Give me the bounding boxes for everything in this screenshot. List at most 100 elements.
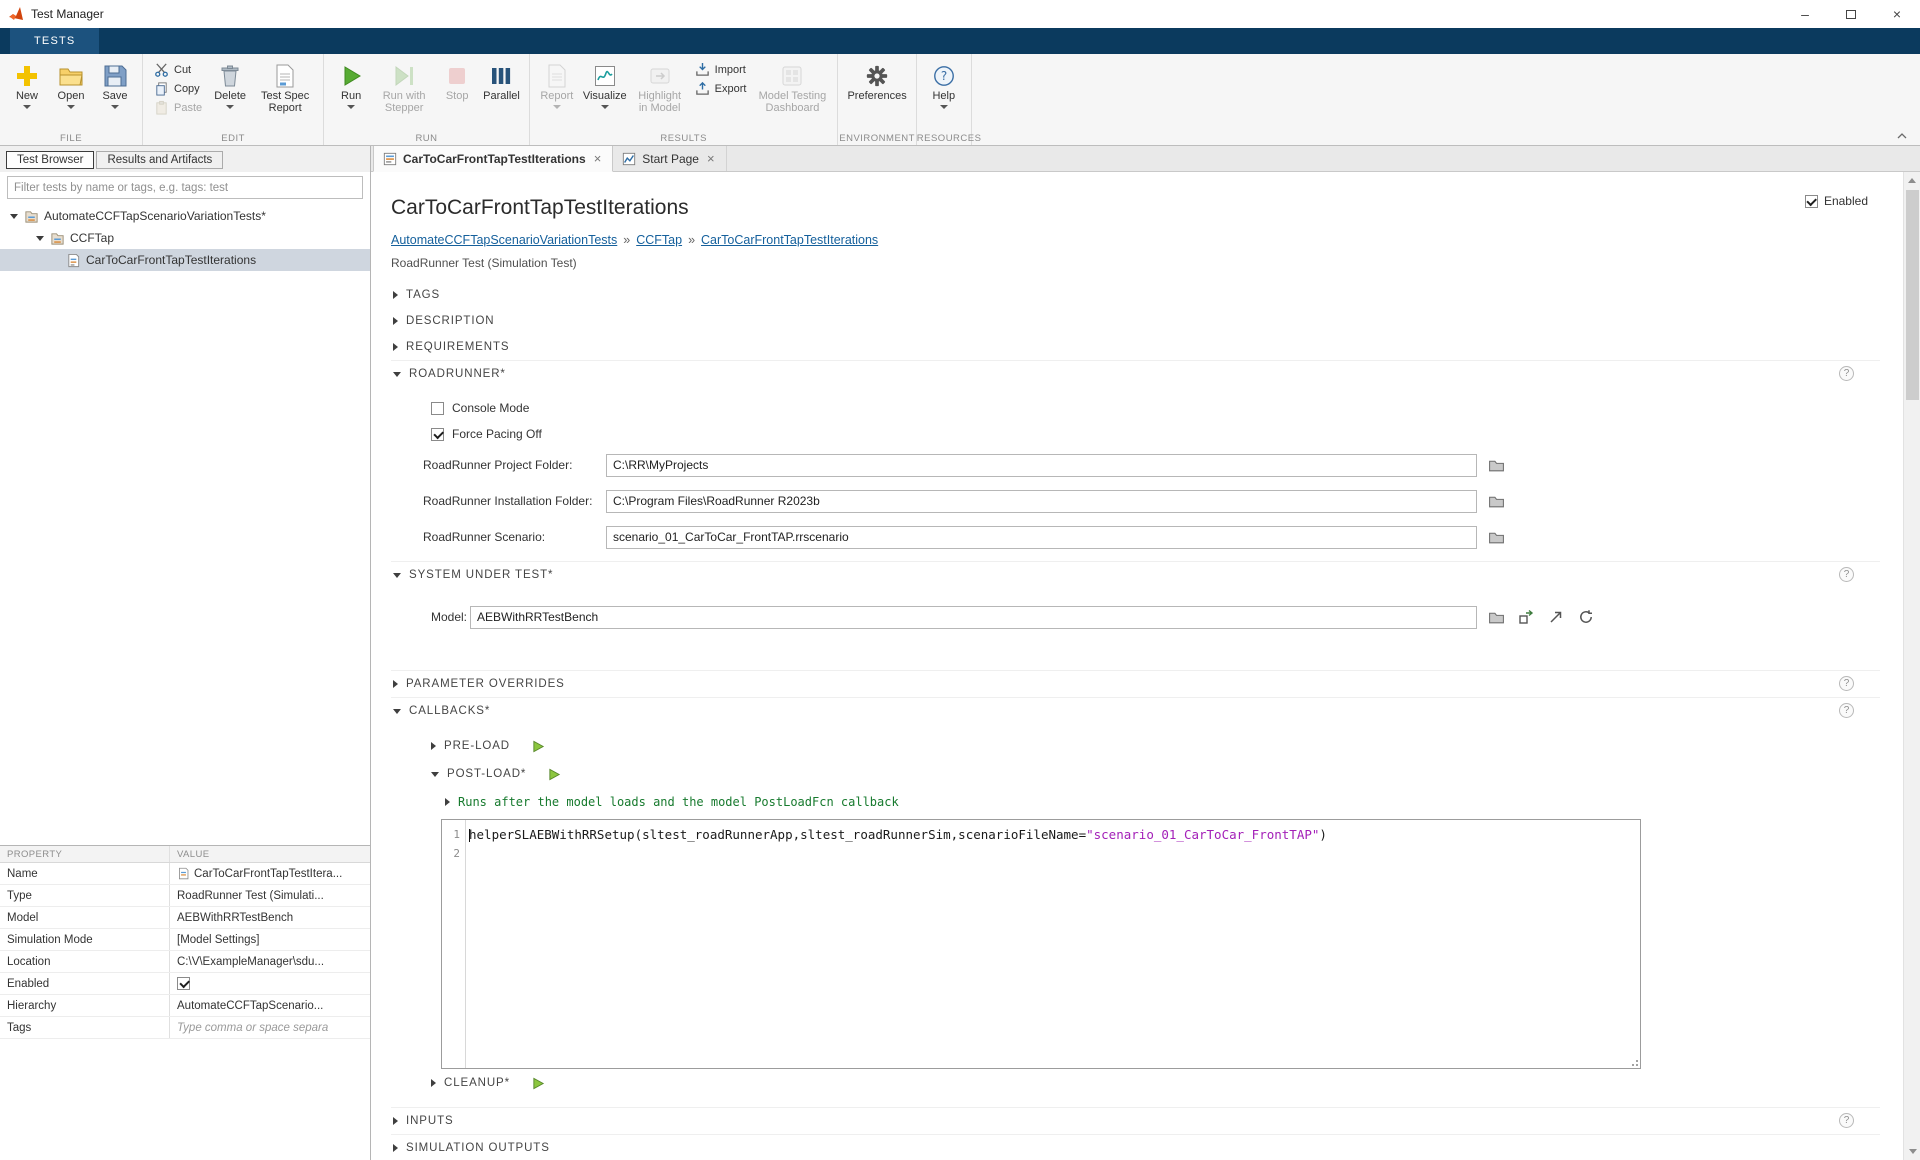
postload-callback-header[interactable]: POST-LOAD* <box>431 760 1880 788</box>
export-button[interactable]: Export <box>691 80 751 97</box>
test-type-subtitle: RoadRunner Test (Simulation Test) <box>391 256 1880 270</box>
model-testing-dashboard-button[interactable]: Model Testing Dashboard <box>752 57 832 130</box>
paste-button[interactable]: Paste <box>150 99 206 116</box>
visualize-button[interactable]: Visualize <box>579 57 631 130</box>
open-model-button[interactable] <box>1545 606 1567 628</box>
refresh-model-button[interactable] <box>1575 606 1597 628</box>
help-icon[interactable]: ? <box>1839 567 1854 582</box>
property-value: [Model Settings] <box>177 934 259 946</box>
help-icon: ? <box>930 62 957 89</box>
doc-tab-test[interactable]: CarToCarFrontTapTestIterations × <box>373 146 613 172</box>
preferences-button[interactable]: Preferences <box>843 57 910 130</box>
collapsed-arrow-icon <box>393 343 398 351</box>
copy-button[interactable]: Copy <box>150 80 206 97</box>
breadcrumb-link-ccftap[interactable]: CCFTap <box>636 233 682 247</box>
test-spec-report-button[interactable]: Test Spec Report <box>252 57 318 130</box>
section-callbacks-header[interactable]: CALLBACKS* ? <box>391 698 1880 724</box>
section-inputs-header[interactable]: INPUTS ? <box>391 1108 1880 1134</box>
tree-item-cartocar-test[interactable]: CarToCarFrontTapTestIterations <box>0 249 370 271</box>
section-description[interactable]: DESCRIPTION <box>391 308 1880 334</box>
browse-folder-button[interactable] <box>1485 490 1507 512</box>
section-label: REQUIREMENTS <box>406 341 509 353</box>
maximize-button[interactable] <box>1828 0 1874 28</box>
tags-input[interactable]: Type comma or space separa <box>177 1022 328 1034</box>
model-input[interactable] <box>470 606 1477 629</box>
section-simulation-outputs-header[interactable]: SIMULATION OUTPUTS <box>391 1135 1880 1160</box>
collapse-ribbon-button[interactable] <box>1894 130 1910 142</box>
help-button[interactable]: ? Help <box>922 57 966 130</box>
installation-folder-input[interactable] <box>606 490 1477 513</box>
run-preload-button[interactable] <box>532 740 545 753</box>
matlab-icon <box>8 6 24 22</box>
run-postload-button[interactable] <box>548 768 561 781</box>
browse-folder-button[interactable] <box>1485 526 1507 548</box>
highlight-in-model-button[interactable]: Highlight in Model <box>631 57 689 130</box>
project-folder-input[interactable] <box>606 454 1477 477</box>
force-pacing-checkbox[interactable] <box>431 428 444 441</box>
tree-item-ccftap[interactable]: CCFTap <box>0 227 370 249</box>
run-with-stepper-button[interactable]: Run with Stepper <box>373 57 435 130</box>
preload-callback-header[interactable]: PRE-LOAD <box>431 732 1880 760</box>
enabled-property-checkbox[interactable] <box>177 977 190 990</box>
section-sut-header[interactable]: SYSTEM UNDER TEST* ? <box>391 562 1880 588</box>
cut-button[interactable]: Cut <box>150 61 206 78</box>
close-tab-icon[interactable]: × <box>705 151 717 166</box>
browse-model-button[interactable] <box>1485 606 1507 628</box>
tab-results-and-artifacts[interactable]: Results and Artifacts <box>96 151 223 169</box>
filter-tests-input[interactable] <box>7 176 363 199</box>
vertical-scrollbar[interactable] <box>1903 172 1920 1160</box>
stop-button[interactable]: Stop <box>435 57 479 130</box>
new-button[interactable]: New <box>5 57 49 130</box>
help-icon[interactable]: ? <box>1839 676 1854 691</box>
code-text[interactable]: helperSLAEBWithRRSetup(sltest_roadRunner… <box>466 820 1640 1068</box>
force-pacing-row: Force Pacing Off <box>431 421 1880 447</box>
scroll-up-button[interactable] <box>1904 172 1920 189</box>
section-requirements[interactable]: REQUIREMENTS <box>391 334 1880 360</box>
resize-grip[interactable] <box>1631 1059 1639 1067</box>
doc-tab-start-page[interactable]: Start Page × <box>613 146 726 171</box>
minimize-button[interactable]: – <box>1782 0 1828 28</box>
close-button[interactable]: × <box>1874 0 1920 28</box>
cleanup-callback-header[interactable]: CLEANUP* <box>431 1069 1880 1097</box>
report-button[interactable]: Report <box>535 57 579 130</box>
run-button[interactable]: Run <box>329 57 373 130</box>
enabled-checkbox[interactable] <box>1805 195 1818 208</box>
open-button[interactable]: Open <box>49 57 93 130</box>
tab-tests[interactable]: TESTS <box>10 28 99 54</box>
tree-item-suite-root[interactable]: AutomateCCFTapScenarioVariationTests* <box>0 205 370 227</box>
breadcrumb-link-suite[interactable]: AutomateCCFTapScenarioVariationTests <box>391 233 617 247</box>
titlebar: Test Manager – × <box>0 0 1920 28</box>
scrollbar-thumb[interactable] <box>1906 190 1919 400</box>
import-button[interactable]: Import <box>691 61 751 78</box>
breadcrumb-separator: » <box>688 233 695 247</box>
run-cleanup-button[interactable] <box>532 1077 545 1090</box>
postload-note: Runs after the model loads and the model… <box>458 795 899 809</box>
console-mode-checkbox[interactable] <box>431 402 444 415</box>
open-button-label: Open <box>58 90 85 102</box>
help-icon[interactable]: ? <box>1839 366 1854 381</box>
collapsed-arrow-icon <box>393 680 398 688</box>
use-current-model-button[interactable] <box>1515 606 1537 628</box>
scenario-input[interactable] <box>606 526 1477 549</box>
tree-expand-icon[interactable] <box>36 236 44 241</box>
tab-test-browser[interactable]: Test Browser <box>6 151 94 169</box>
section-parameter-overrides-header[interactable]: PARAMETER OVERRIDES ? <box>391 671 1880 697</box>
scroll-down-button[interactable] <box>1909 1149 1917 1154</box>
doc-tab-label: Start Page <box>642 152 699 166</box>
tree-expand-icon[interactable] <box>10 214 18 219</box>
postload-code-editor[interactable]: 1 2 helperSLAEBWithRRSetup(sltest_roadRu… <box>441 819 1641 1069</box>
postload-note-row[interactable]: Runs after the model loads and the model… <box>445 790 1880 814</box>
close-tab-icon[interactable]: × <box>592 151 604 166</box>
delete-button[interactable]: Delete <box>208 57 252 130</box>
save-button[interactable]: Save <box>93 57 137 130</box>
browse-folder-button[interactable] <box>1485 454 1507 476</box>
section-roadrunner-header[interactable]: ROADRUNNER* ? <box>391 361 1880 387</box>
property-value: CarToCarFrontTapTestItera... <box>194 868 342 880</box>
help-icon[interactable]: ? <box>1839 703 1854 718</box>
parallel-button[interactable]: Parallel <box>479 57 524 130</box>
help-icon[interactable]: ? <box>1839 1113 1854 1128</box>
breadcrumb-link-test[interactable]: CarToCarFrontTapTestIterations <box>701 233 878 247</box>
property-row-simulation-mode: Simulation Mode [Model Settings] <box>0 929 370 951</box>
section-tags[interactable]: TAGS <box>391 282 1880 308</box>
model-row: Model: <box>431 600 1880 634</box>
